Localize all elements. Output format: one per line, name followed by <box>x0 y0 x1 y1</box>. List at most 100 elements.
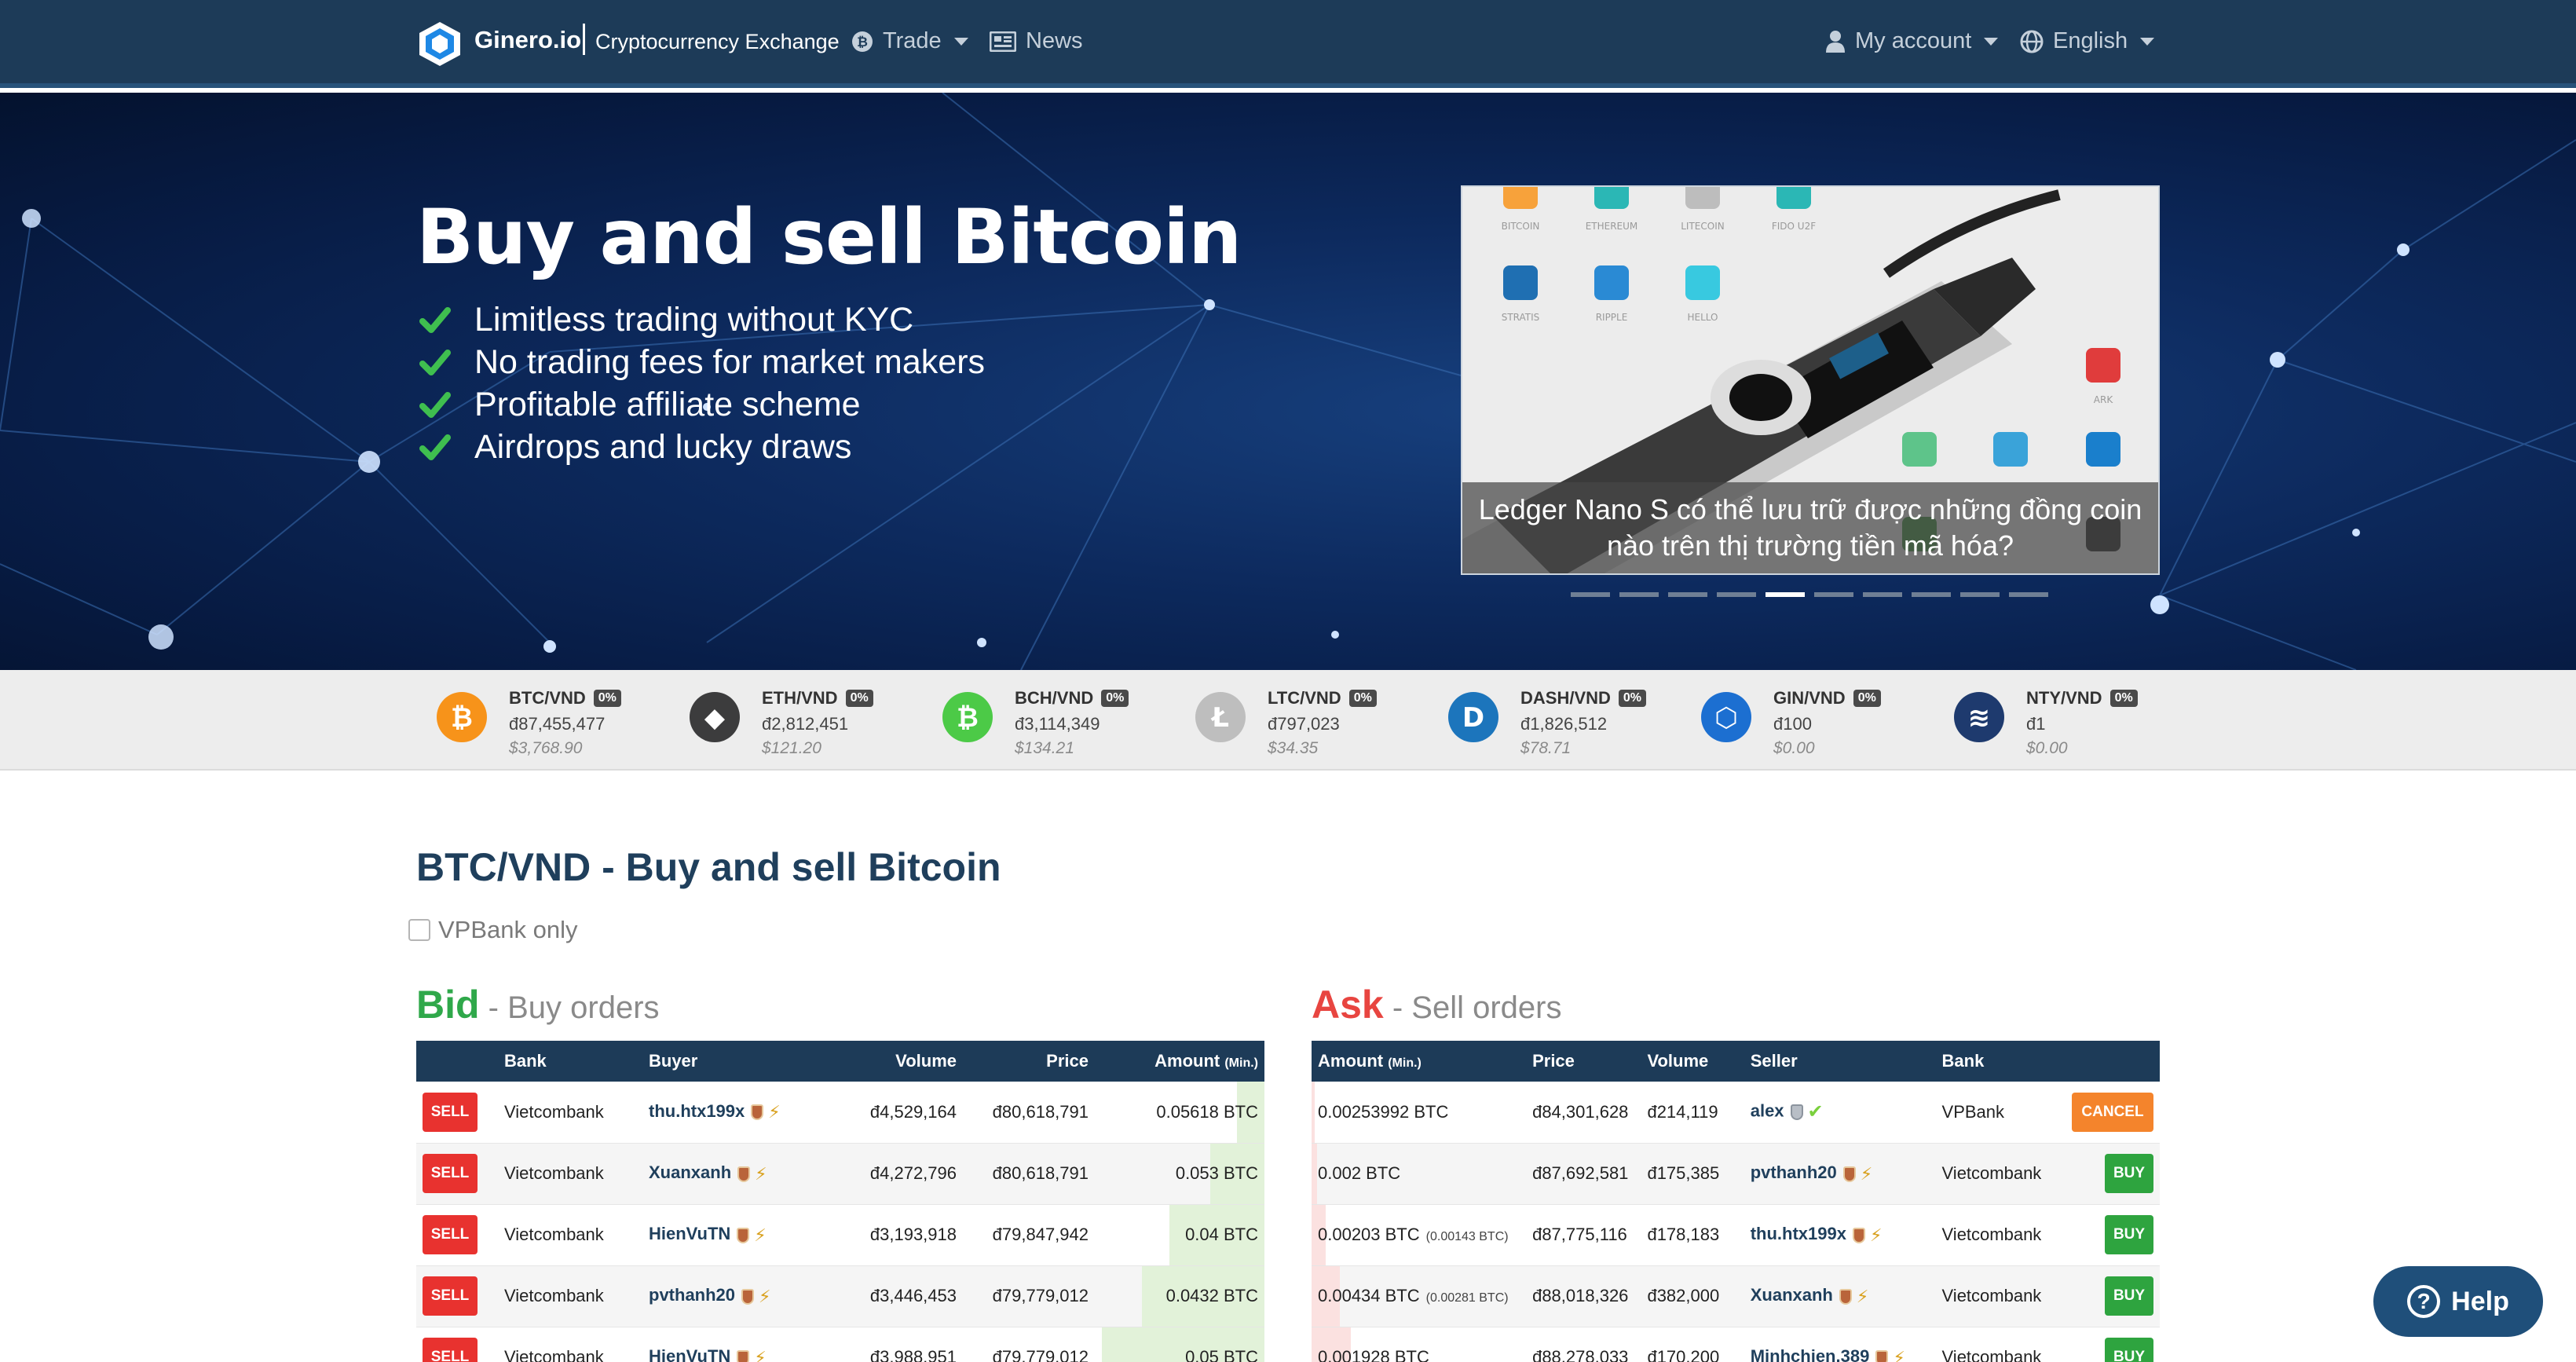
reputation-badge-icon <box>1839 1288 1852 1305</box>
nav-news-link[interactable]: News <box>990 28 1083 54</box>
ticker-item[interactable]: Ł LTC/VND 0% đ797,023 $34.35 <box>1194 686 1429 761</box>
carousel-dot[interactable] <box>1814 592 1853 597</box>
ask-col-amount[interactable]: Amount (Min.) <box>1312 1041 1527 1082</box>
ticker-item[interactable]: ₿ BTC/VND 0% đ87,455,477 $3,768.90 <box>435 686 671 761</box>
ticker-pair-name: ETH/VND <box>762 688 838 708</box>
carousel-dot[interactable] <box>1717 592 1756 597</box>
ask-volume-cell: đ170,200 <box>1641 1327 1744 1362</box>
reputation-badge-icon <box>1875 1349 1889 1362</box>
buy-button[interactable]: BUY <box>2105 1338 2153 1362</box>
ticker-price-usd: $3,768.90 <box>509 739 583 757</box>
bid-col-amount[interactable]: Amount (Min.) <box>1095 1041 1264 1082</box>
nty-icon: ≋ <box>1954 692 2004 742</box>
bid-action-cell: SELL <box>416 1265 498 1327</box>
bid-buyer-cell: Xuanxanh ⚡ <box>642 1143 825 1205</box>
sell-button[interactable]: SELL <box>423 1215 478 1254</box>
bid-table-row: SELL Vietcombank Xuanxanh ⚡ đ4,272,796 đ80,61… <box>416 1143 1264 1205</box>
seller-username-link[interactable]: thu.htx199x <box>1751 1224 1846 1243</box>
ticker-item[interactable]: ◆ ETH/VND 0% đ2,812,451 $121.20 <box>688 686 924 761</box>
newspaper-icon <box>990 31 1016 52</box>
slide-caption[interactable]: Ledger Nano S có thể lưu trữ được những … <box>1462 482 2158 573</box>
nav-account-menu[interactable]: My account <box>1825 28 1999 54</box>
nav-language-menu[interactable]: English <box>2020 28 2155 54</box>
bid-buyer-cell: HienVuTN ⚡ <box>642 1204 825 1266</box>
buyer-username-link[interactable]: Xuanxanh <box>649 1162 731 1182</box>
buyer-username-link[interactable]: HienVuTN <box>649 1346 730 1362</box>
ticker-price-usd: $0.00 <box>1773 739 1815 757</box>
bid-col-amount-note: (Min.) <box>1224 1056 1258 1070</box>
bid-amount-value: 0.053 BTC <box>1175 1163 1258 1183</box>
carousel-dot[interactable] <box>2009 592 2048 597</box>
litecoin-icon: Ł <box>1195 692 1246 742</box>
ask-col-volume[interactable]: Volume <box>1641 1041 1744 1082</box>
sell-button[interactable]: SELL <box>423 1338 478 1362</box>
svg-text:≋: ≋ <box>1968 702 1991 734</box>
carousel-dot[interactable] <box>1766 592 1805 597</box>
seller-username-link[interactable]: Xuanxanh <box>1751 1285 1833 1305</box>
carousel-dot[interactable] <box>1863 592 1902 597</box>
bid-amount-value: 0.04 BTC <box>1185 1225 1258 1244</box>
ask-amount-value: 0.002 BTC <box>1318 1163 1401 1183</box>
vpbank-only-filter[interactable]: VPBank only <box>408 916 578 944</box>
ask-action-cell: BUY <box>2065 1143 2160 1205</box>
bid-table-row: SELL Vietcombank thu.htx199x ⚡ đ4,529,164 đ80… <box>416 1082 1264 1144</box>
ask-orders-table: Amount (Min.) Price Volume Seller Bank 0… <box>1312 1041 2160 1362</box>
vpbank-only-checkbox[interactable] <box>408 919 430 941</box>
ask-table-row: 0.001928 BTC đ88,278,033 đ170,200 Minhchien… <box>1312 1327 2160 1362</box>
brand-name[interactable]: Ginero.io <box>474 26 581 54</box>
buy-button[interactable]: BUY <box>2105 1215 2153 1254</box>
chevron-down-icon <box>953 37 968 46</box>
ask-table-header: Amount (Min.) Price Volume Seller Bank <box>1312 1041 2160 1082</box>
lightning-icon: ⚡ <box>759 1286 771 1306</box>
ask-col-price[interactable]: Price <box>1526 1041 1641 1082</box>
bid-col-buyer[interactable]: Buyer <box>642 1041 825 1082</box>
ask-price-cell: đ88,018,326 <box>1526 1265 1641 1327</box>
sell-button[interactable]: SELL <box>423 1092 478 1132</box>
nav-news-label: News <box>1026 28 1083 53</box>
seller-username-link[interactable]: Minhchien.389 <box>1751 1346 1870 1362</box>
carousel-dot[interactable] <box>1571 592 1610 597</box>
seller-username-link[interactable]: alex <box>1751 1101 1784 1121</box>
ticker-item[interactable]: ₿ BCH/VND 0% đ3,114,349 $134.21 <box>941 686 1176 761</box>
bid-orders-table: Bank Buyer Volume Price Amount (Min.) SE… <box>416 1041 1264 1362</box>
carousel-dot[interactable] <box>1912 592 1951 597</box>
sell-button[interactable]: SELL <box>423 1154 478 1193</box>
carousel-dot[interactable] <box>1960 592 2000 597</box>
sell-button[interactable]: SELL <box>423 1276 478 1316</box>
bid-volume-cell: đ3,446,453 <box>825 1265 963 1327</box>
bid-col-price[interactable]: Price <box>963 1041 1095 1082</box>
carousel-dot[interactable] <box>1619 592 1659 597</box>
bid-col-amount-label: Amount <box>1154 1051 1220 1071</box>
ask-seller-cell: pvthanh20 ⚡ <box>1744 1143 1936 1205</box>
help-button[interactable]: ? Help <box>2373 1266 2543 1337</box>
feature-item: Limitless trading without KYC <box>419 298 985 341</box>
ask-price-cell: đ87,775,116 <box>1526 1204 1641 1266</box>
buy-button[interactable]: BUY <box>2105 1154 2153 1193</box>
ticker-pair: NTY/VND 0% <box>2026 688 2138 708</box>
bid-col-bank[interactable]: Bank <box>498 1041 642 1082</box>
seller-username-link[interactable]: pvthanh20 <box>1751 1162 1837 1182</box>
bid-col-volume[interactable]: Volume <box>825 1041 963 1082</box>
ticker-price-vnd: đ2,812,451 <box>762 714 849 734</box>
ginero-logo-icon[interactable] <box>418 20 462 68</box>
ask-col-seller[interactable]: Seller <box>1744 1041 1936 1082</box>
cancel-order-button[interactable]: CANCEL <box>2072 1092 2153 1132</box>
buyer-username-link[interactable]: thu.htx199x <box>649 1101 745 1121</box>
ticker-item[interactable]: D DASH/VND 0% đ1,826,512 $78.71 <box>1447 686 1682 761</box>
svg-text:D: D <box>1462 702 1484 734</box>
buy-button[interactable]: BUY <box>2105 1276 2153 1316</box>
feature-text: No trading fees for market makers <box>474 342 986 381</box>
lightning-icon: ⚡ <box>1869 1225 1883 1245</box>
ticker-item[interactable]: ≋ NTY/VND 0% đ1 $0.00 <box>1952 686 2188 761</box>
nav-trade-menu[interactable]: ₿ Trade <box>851 28 968 54</box>
ask-col-amount-label: Amount <box>1318 1051 1384 1071</box>
nav-trade-label: Trade <box>883 28 942 53</box>
ticker-item[interactable]: ⬡ GIN/VND 0% đ100 $0.00 <box>1700 686 1935 761</box>
feature-list: Limitless trading without KYC No trading … <box>419 298 985 468</box>
news-carousel-slide[interactable]: BITCOIN ETHEREUM LITECOIN FIDO U2F STRAT… <box>1461 185 2160 575</box>
carousel-dot[interactable] <box>1668 592 1707 597</box>
ticker-price-usd: $78.71 <box>1520 739 1572 757</box>
buyer-username-link[interactable]: HienVuTN <box>649 1224 730 1243</box>
buyer-username-link[interactable]: pvthanh20 <box>649 1285 735 1305</box>
ask-col-bank[interactable]: Bank <box>1935 1041 2066 1082</box>
